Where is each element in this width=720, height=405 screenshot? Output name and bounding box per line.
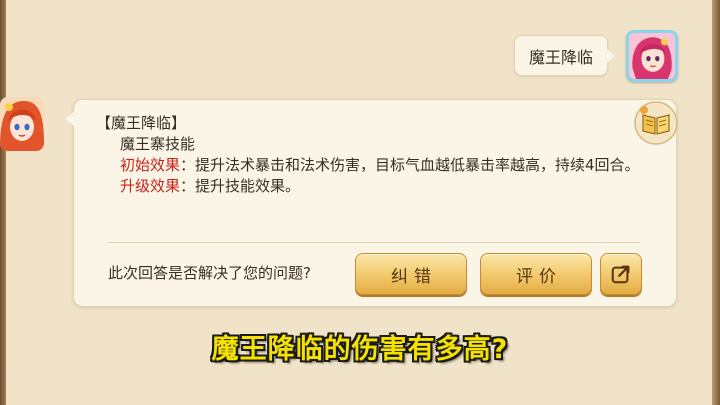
pink-hair-character-icon [629,33,675,79]
answer-content: 【魔王降临】 魔王寨技能 初始效果：提升法术暴击和法术伤害，目标气血越低暴击率越… [96,113,656,197]
upgrade-effect-text: ：提升技能效果。 [180,177,301,195]
initial-effect-label: 初始效果 [120,156,181,174]
answer-category: 魔王寨技能 [120,135,196,153]
assistant-avatar[interactable] [0,97,44,151]
rate-button[interactable]: 评价 [480,253,592,295]
initial-effect-text: ：提升法术暴击和法术伤害，目标气血越低暴击率越高，持续4回合。 [180,156,640,174]
user-avatar[interactable] [626,30,678,82]
video-subtitle: 魔王降临的伤害有多高? [211,334,509,365]
user-message-text: 魔王降临 [528,47,593,67]
share-arrow-icon [611,265,630,284]
red-hair-girl-icon [0,97,44,151]
correct-error-button[interactable]: 纠错 [355,253,467,295]
answer-initial-effect: 初始效果：提升法术暴击和法术伤害，目标气血越低暴击率越高，持续4回合。 [96,155,656,176]
answer-title: 【魔王降临】 [96,114,187,132]
user-message-bubble: 魔王降临 [514,35,615,76]
upgrade-effect-label: 升级效果 [120,177,181,195]
feedback-question: 此次回答是否解决了您的问题? [108,264,311,282]
share-button[interactable] [600,253,642,295]
answer-upgrade-effect: 升级效果：提升技能效果。 [96,176,656,197]
feedback-divider [108,242,640,243]
open-book-icon[interactable] [634,101,678,145]
